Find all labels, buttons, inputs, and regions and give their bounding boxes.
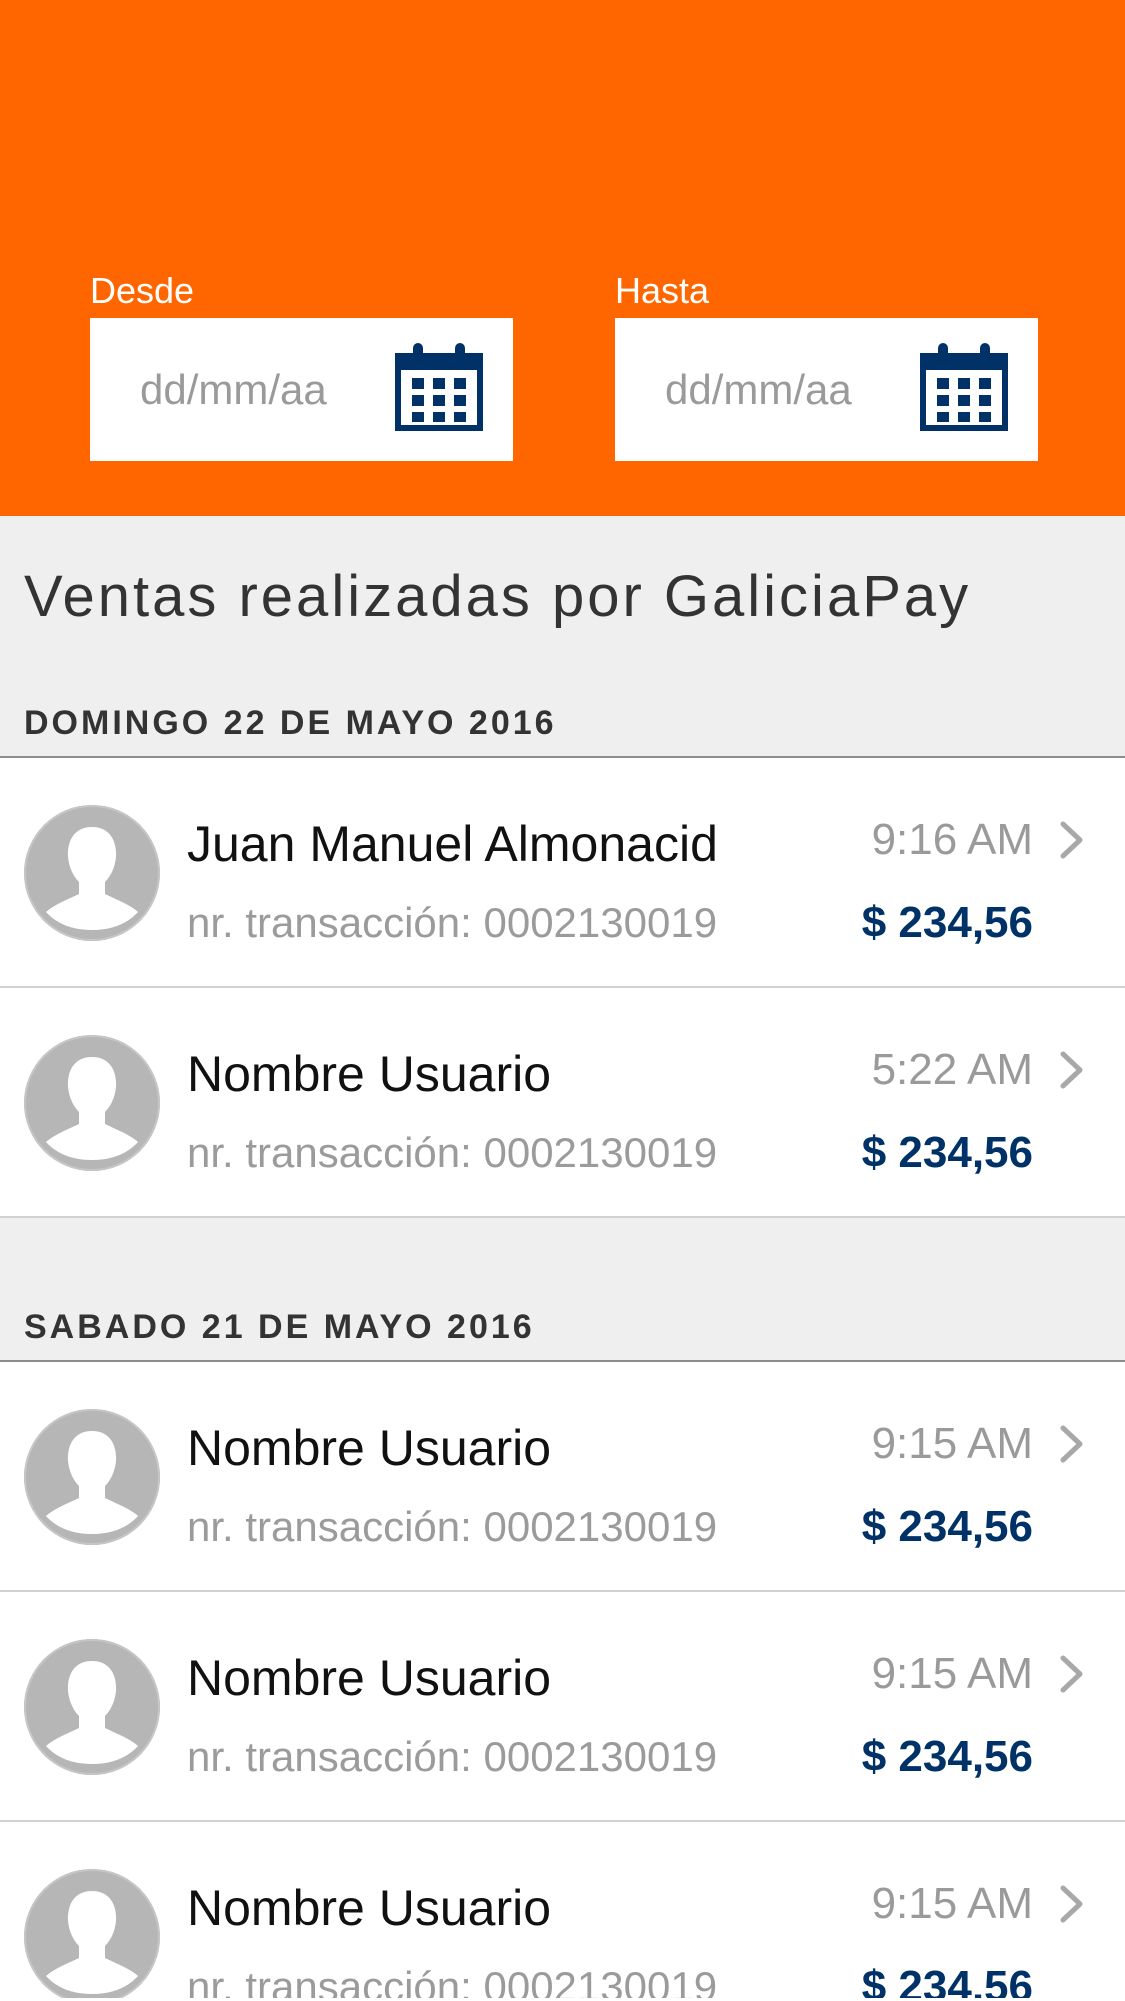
user-avatar-icon [24, 1035, 160, 1171]
transaction-amount: $ 234,56 [861, 1128, 1033, 1177]
transaction-amount: $ 234,56 [861, 1962, 1033, 2001]
transaction-row[interactable]: Nombre Usuario nr. transacción: 00021300… [0, 988, 1125, 1218]
date-group-header: DOMINGO 22 DE MAYO 2016 [24, 704, 557, 742]
customer-name: Nombre Usuario [187, 1880, 552, 1936]
sales-history-screen: Desde dd/mm/aa Hasta dd/mm/aa Ventas rea… [0, 0, 1125, 2001]
transaction-number: nr. transacción: 0002130019 [187, 1129, 718, 1176]
chevron-right-icon [1060, 1425, 1083, 1463]
customer-name: Juan Manuel Almonacid [187, 816, 718, 872]
transaction-amount: $ 234,56 [861, 1732, 1033, 1781]
from-date-input[interactable]: dd/mm/aa [90, 318, 513, 461]
to-date-label: Hasta [615, 270, 710, 311]
transaction-number: nr. transacción: 0002130019 [187, 1503, 718, 1550]
transaction-row[interactable]: Nombre Usuario nr. transacción: 00021300… [0, 1362, 1125, 1592]
user-avatar-icon [24, 1409, 160, 1545]
transaction-time: 9:15 AM [871, 1879, 1033, 1928]
from-date-label: Desde [90, 270, 195, 311]
transaction-row[interactable]: Nombre Usuario nr. transacción: 00021300… [0, 1822, 1125, 2001]
user-avatar-icon [24, 1869, 160, 2001]
transaction-time: 9:15 AM [871, 1649, 1033, 1698]
transaction-amount: $ 234,56 [861, 898, 1033, 947]
transaction-number: nr. transacción: 0002130019 [187, 899, 718, 946]
from-date-placeholder: dd/mm/aa [140, 366, 327, 413]
transaction-number: nr. transacción: 0002130019 [187, 1733, 718, 1780]
transaction-row[interactable]: Juan Manuel Almonacid nr. transacción: 0… [0, 758, 1125, 988]
from-date-filter: Desde dd/mm/aa [90, 270, 513, 461]
calendar-icon[interactable] [920, 340, 1008, 432]
transaction-list: Nombre Usuario nr. transacción: 00021300… [0, 1362, 1125, 2001]
transaction-time: 9:15 AM [871, 1419, 1033, 1468]
customer-name: Nombre Usuario [187, 1420, 552, 1476]
transaction-time: 5:22 AM [871, 1045, 1033, 1094]
transaction-time: 9:16 AM [871, 815, 1033, 864]
transaction-row[interactable]: Nombre Usuario nr. transacción: 00021300… [0, 1592, 1125, 1822]
to-date-filter: Hasta dd/mm/aa [615, 270, 1038, 461]
date-group-header: SABADO 21 DE MAYO 2016 [24, 1308, 535, 1346]
chevron-right-icon [1060, 821, 1083, 859]
transaction-amount: $ 234,56 [861, 1502, 1033, 1551]
calendar-icon[interactable] [395, 340, 483, 432]
to-date-input[interactable]: dd/mm/aa [615, 318, 1038, 461]
user-avatar-icon [24, 805, 160, 941]
transaction-number: nr. transacción: 0002130019 [187, 1963, 718, 2001]
customer-name: Nombre Usuario [187, 1650, 552, 1706]
user-avatar-icon [24, 1639, 160, 1775]
chevron-right-icon [1060, 1051, 1083, 1089]
transaction-list: Juan Manuel Almonacid nr. transacción: 0… [0, 758, 1125, 1218]
customer-name: Nombre Usuario [187, 1046, 552, 1102]
date-filter-header: Desde dd/mm/aa Hasta dd/mm/aa [0, 0, 1125, 516]
chevron-right-icon [1060, 1655, 1083, 1693]
sales-section-title: Ventas realizadas por GaliciaPay [24, 564, 972, 629]
chevron-right-icon [1060, 1885, 1083, 1923]
to-date-placeholder: dd/mm/aa [665, 366, 852, 413]
